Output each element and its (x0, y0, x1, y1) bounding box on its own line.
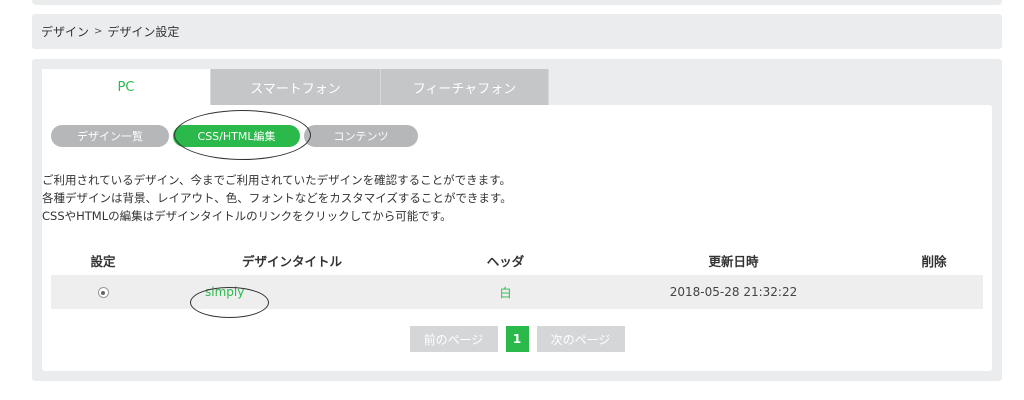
column-header-delete: 削除 (921, 253, 947, 269)
breadcrumb-link-design[interactable]: デザイン (41, 23, 89, 40)
device-tabs: PC スマートフォン フィーチャフォン (42, 69, 549, 105)
description-line-1: ご利用されているデザイン、今までご利用されていたデザインを確認することができます… (42, 173, 511, 187)
next-page-button[interactable]: 次のページ (536, 326, 625, 352)
tab-pc[interactable]: PC (42, 69, 211, 105)
description-line-2: 各種デザインは背景、レイアウト、色、フォントなどをカスタマイズすることができます… (42, 191, 512, 205)
tab-content: デザイン一覧 CSS/HTML編集 コンテンツ ご利用されているデザイン、今まで… (42, 105, 992, 371)
description-line-3: CSSやHTMLの編集はデザインタイトルのリンクをクリックしてから可能です。 (42, 209, 452, 223)
column-header-updated: 更新日時 (708, 253, 759, 269)
table-header: 設定 デザインタイトル ヘッダ 更新日時 削除 (51, 245, 983, 275)
column-header-title: デザインタイトル (241, 253, 342, 269)
tab-smartphone[interactable]: スマートフォン (211, 69, 381, 105)
prev-page-button[interactable]: 前のページ (409, 326, 498, 352)
description: ご利用されているデザイン、今までご利用されていたデザインを確認することができます… (42, 171, 682, 225)
tab-featurephone[interactable]: フィーチャフォン (381, 69, 549, 105)
subtab-contents[interactable]: コンテンツ (304, 125, 418, 147)
pagination: 前のページ 1 次のページ (42, 326, 992, 352)
design-select-radio[interactable] (97, 287, 109, 298)
column-header-header: ヘッダ (486, 253, 525, 269)
breadcrumb: デザイン > デザイン設定 (32, 14, 1002, 49)
title-cell: simply (155, 285, 429, 318)
design-settings-panel: PC スマートフォン フィーチャフォン デザイン一覧 CSS/HTML編集 コン… (32, 59, 1002, 381)
design-title-link[interactable]: simply (205, 285, 244, 299)
column-header-setting: 設定 (90, 253, 116, 269)
breadcrumb-separator: > (94, 26, 103, 37)
design-table: 設定 デザインタイトル ヘッダ 更新日時 削除 simply 白 2018-05… (51, 245, 983, 318)
breadcrumb-current: デザイン設定 (107, 25, 180, 39)
table-row: simply 白 2018-05-28 21:32:22 (51, 275, 983, 318)
header-cell: 白 (499, 285, 512, 300)
current-page-number[interactable]: 1 (505, 326, 529, 352)
top-strip (32, 0, 1002, 5)
setting-cell (51, 285, 155, 299)
subtab-css-html-edit[interactable]: CSS/HTML編集 (173, 125, 300, 147)
subtab-pills: デザイン一覧 CSS/HTML編集 コンテンツ (51, 125, 422, 147)
updated-cell: 2018-05-28 21:32:22 (669, 285, 798, 299)
subtab-design-list[interactable]: デザイン一覧 (51, 125, 169, 147)
